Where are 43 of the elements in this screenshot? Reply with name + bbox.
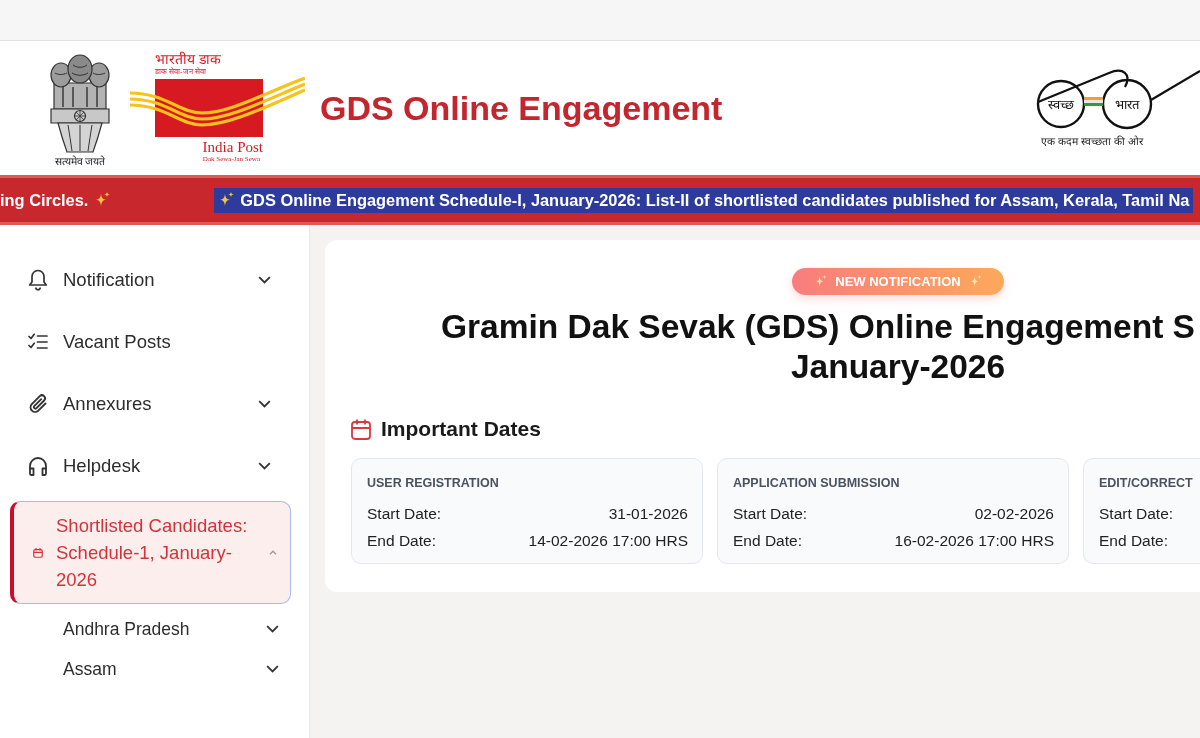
card-title: EDIT/CORRECT <box>1099 475 1193 491</box>
page-title: Gramin Dak Sevak (GDS) Online Engagement S January-2026 <box>441 307 1196 387</box>
date-value: 14-02-2026 17:00 HRS <box>528 531 688 551</box>
date-label: Start Date: <box>733 504 808 524</box>
logo-tagline: एक कदम स्वच्छता की ओर <box>1041 134 1143 148</box>
calendar-icon <box>33 547 43 558</box>
emblem-motto: सत्यमेव जयते <box>54 153 106 168</box>
sidebar-item[interactable]: Vacant Posts <box>0 320 309 364</box>
logo-hindi-name: भारतीय डाक <box>154 52 221 67</box>
date-label: End Date: <box>367 531 436 551</box>
post-logo-icon <box>130 77 305 139</box>
calendar-icon <box>351 418 371 440</box>
date-label: Start Date: <box>1099 504 1174 524</box>
sparkle-icon <box>814 275 828 288</box>
sidebar-item[interactable]: Notification <box>0 258 309 302</box>
date-value: 16-02-2026 17:00 HRS <box>894 531 1054 551</box>
section-title: Important Dates <box>381 417 541 441</box>
sidebar-item[interactable]: Shortlisted Candidates: Schedule-1, January-2026 <box>10 501 291 604</box>
date-label: End Date: <box>733 531 802 551</box>
site-title: GDS Online Engagement <box>320 88 723 128</box>
glasses-icon <box>1036 69 1200 130</box>
checklist-icon <box>28 333 48 351</box>
date-label: End Date: <box>1099 531 1168 551</box>
sidebar-item[interactable]: Helpdesk <box>0 444 309 488</box>
date-value: 02-02-2026 <box>974 504 1054 524</box>
emblem-icon <box>48 52 112 153</box>
badge-label: NEW NOTIFICATION <box>835 274 961 289</box>
date-label: Start Date: <box>367 504 442 524</box>
card-title: USER REGISTRATION <box>367 475 499 491</box>
sidebar-subitem[interactable]: Andhra Pradesh <box>0 609 309 649</box>
logo-word: स्वच्छ <box>1048 97 1074 112</box>
logo-word: भारत <box>1115 97 1139 112</box>
bell-icon <box>28 269 48 291</box>
date-value: 31-01-2026 <box>608 504 688 524</box>
ticker-link[interactable]: GDS Online Engagement Schedule-I, January-2026: List-II of shortlisted candidates published for Assam, Kerala, Tamil Na <box>214 187 1194 213</box>
logo-name: India Post <box>202 139 263 155</box>
card-title: APPLICATION SUBMISSION <box>733 475 900 491</box>
headset-icon <box>28 455 48 477</box>
sidebar-item[interactable]: Annexures <box>0 382 309 426</box>
paperclip-icon <box>28 393 48 415</box>
ticker-link[interactable]: ing Circles. <box>0 187 115 213</box>
sidebar-subitem[interactable]: Assam <box>0 649 309 689</box>
sparkle-icon <box>968 275 982 288</box>
